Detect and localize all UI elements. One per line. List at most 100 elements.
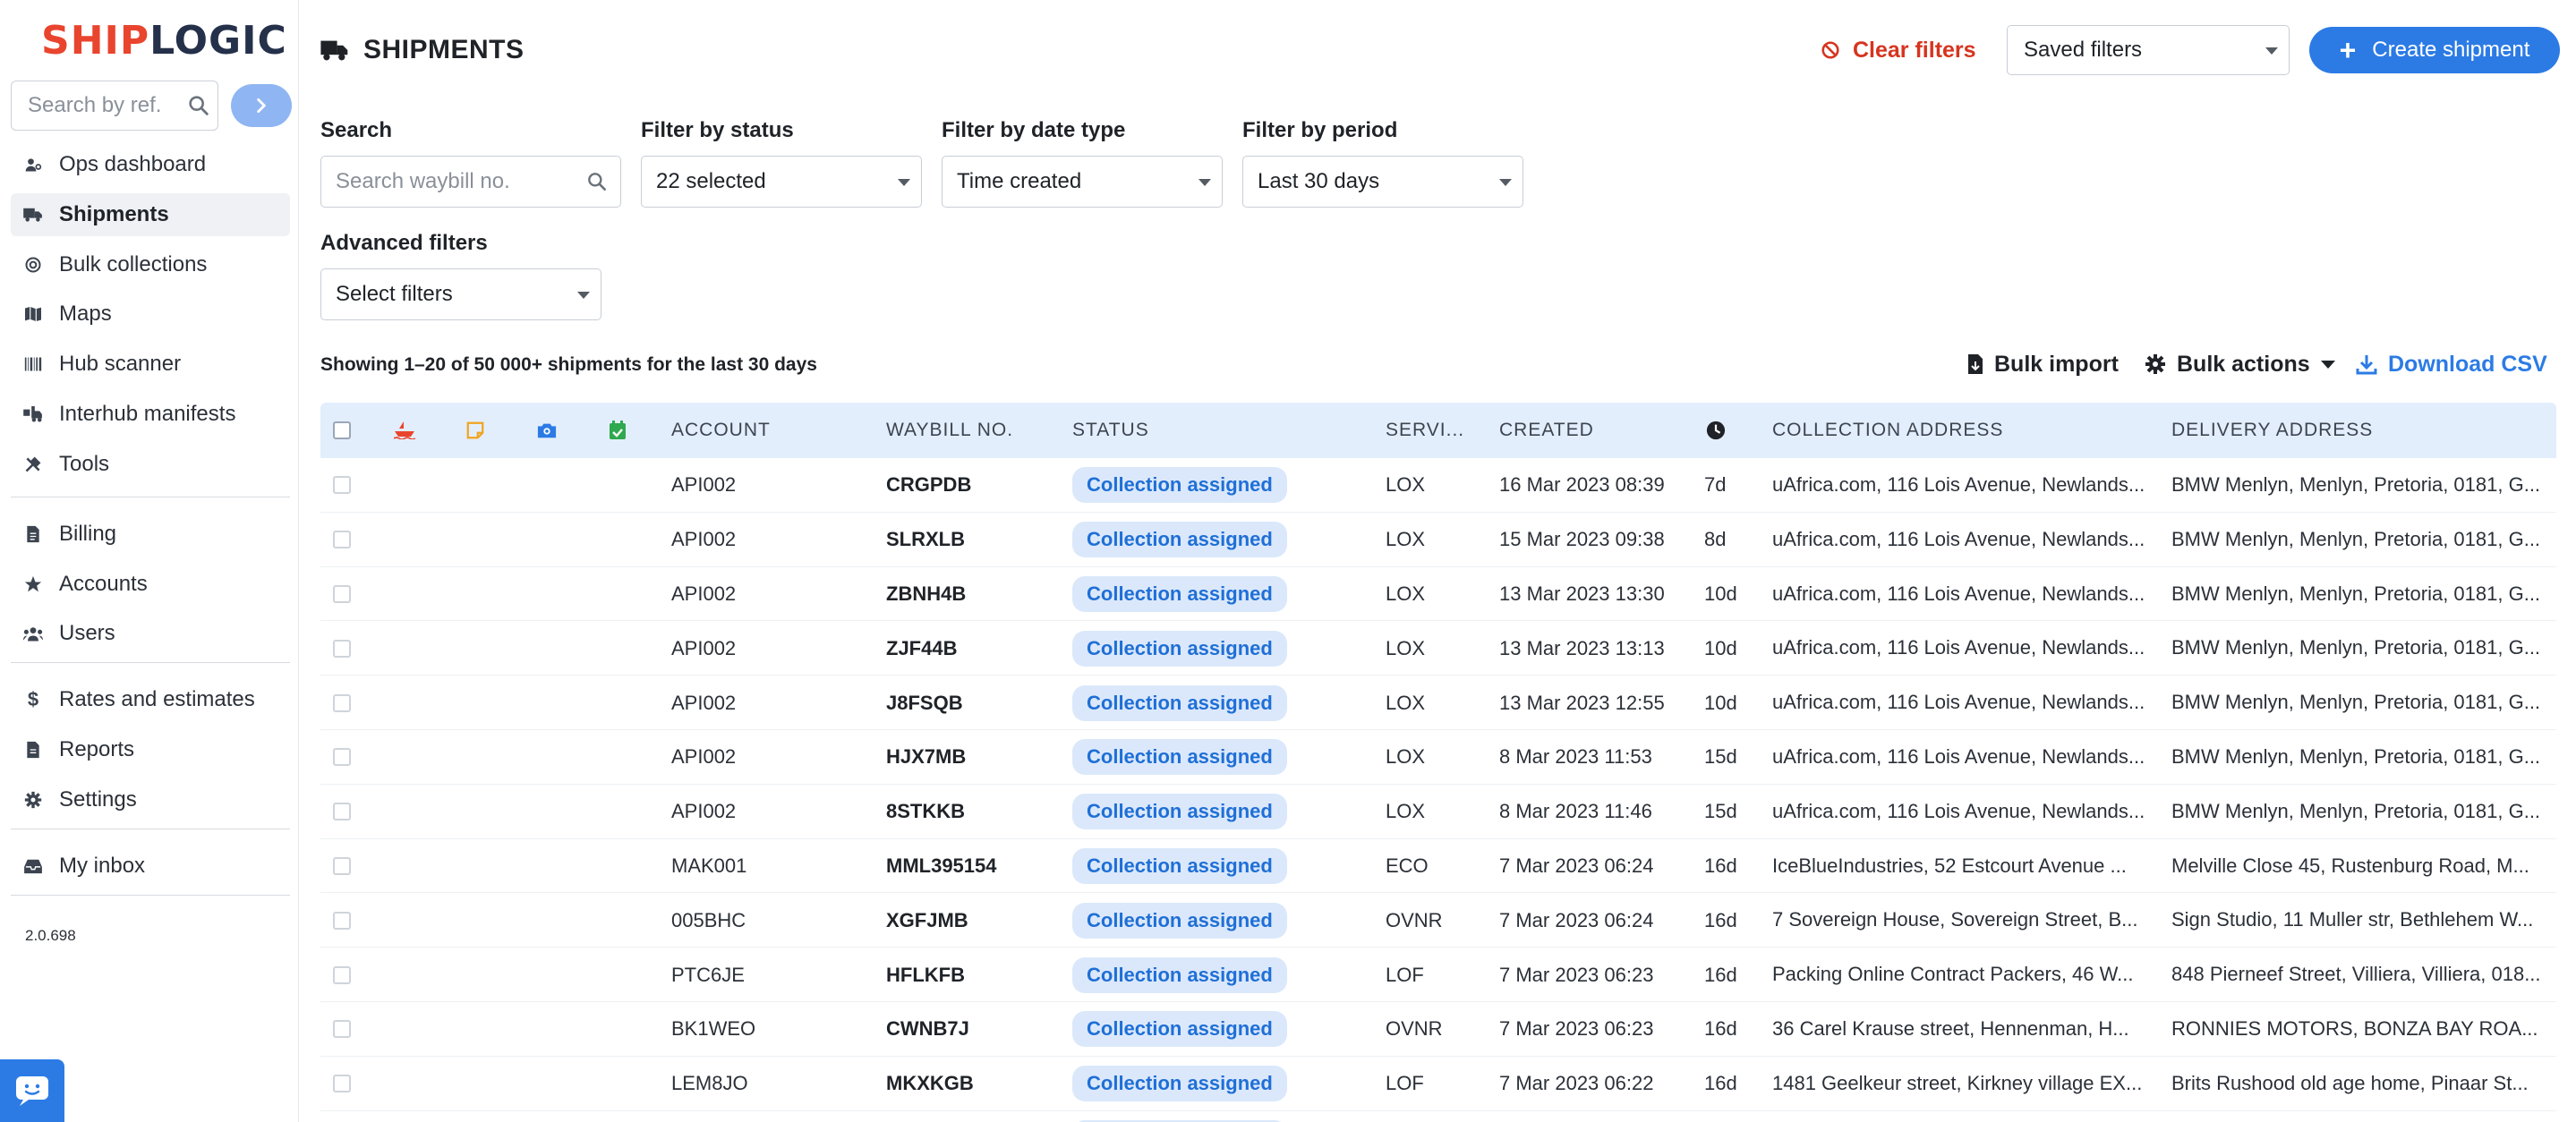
cell-waybill[interactable]: MML395154 [886, 839, 1056, 894]
table-row[interactable]: API002 ZJF44B LOX 13 Mar 2023 13:13 10d uAfri… [320, 621, 2556, 676]
cell-collection: uAfrica.com, 116 Lois Avenue, Newlands..… [1772, 458, 2154, 513]
period-filter-label: Filter by period [1242, 118, 1398, 142]
table-row[interactable]: API002 ZBNH4B LOX 13 Mar 2023 13:30 10d uAfri… [320, 566, 2556, 622]
caret-down-icon [898, 179, 910, 186]
table-row[interactable]: LEM8JO MKXKGB LOF 7 Mar 2023 06:22 16d 1481 G… [320, 1056, 2556, 1111]
cell-account-text: BK1WEO [671, 1017, 756, 1041]
col-account[interactable]: ACCOUNT [671, 403, 771, 458]
cell-account: API002 [671, 567, 868, 622]
sidebar-item-reports[interactable]: Reports [11, 728, 290, 771]
table-row[interactable]: API002 SLRXLB LOX 15 Mar 2023 09:38 8d uAfric… [320, 512, 2556, 567]
row-checkbox[interactable] [333, 1075, 351, 1093]
ref-search-go-button[interactable] [231, 84, 292, 127]
create-shipment-button[interactable]: + Create shipment [2309, 27, 2560, 73]
app-version: 2.0.698 [25, 927, 76, 944]
select-all-checkbox[interactable] [333, 421, 351, 439]
col-created[interactable]: CREATED [1499, 403, 1594, 458]
cell-created-text: 7 Mar 2023 06:24 [1499, 854, 1654, 877]
cell-waybill[interactable]: HJX7MB [886, 730, 1056, 785]
bulk-import-button[interactable]: Bulk import [1967, 349, 2119, 379]
sidebar-item-users[interactable]: Users [11, 612, 290, 655]
col-waybill[interactable]: WAYBILL NO. [886, 403, 1013, 458]
sidebar-item-maps[interactable]: Maps [11, 293, 290, 336]
table-row[interactable]: API002 8STKKB LOX 8 Mar 2023 11:46 15d uAfric… [320, 784, 2556, 839]
row-checkbox[interactable] [333, 748, 351, 767]
download-csv-button[interactable]: Download CSV [2356, 349, 2547, 379]
table-row[interactable]: Collection assigned [320, 1110, 2556, 1122]
cell-delivery-text: BMW Menlyn, Menlyn, Pretoria, 0181, G... [2171, 527, 2541, 550]
cell-created-text: 13 Mar 2023 13:13 [1499, 636, 1665, 659]
cell-waybill[interactable] [886, 1111, 1056, 1122]
row-checkbox[interactable] [333, 911, 351, 930]
cell-waybill[interactable]: CWNB7J [886, 1002, 1056, 1057]
date-type-filter-select[interactable]: Time created [942, 156, 1223, 208]
sidebar-item-billing[interactable]: Billing [11, 513, 290, 556]
row-checkbox[interactable] [333, 1020, 351, 1039]
sidebar-item-accounts[interactable]: Accounts [11, 563, 290, 606]
cell-age [1704, 1111, 1758, 1122]
status-badge: Collection assigned [1072, 467, 1287, 504]
row-checkbox[interactable] [333, 476, 351, 495]
status-badge: Collection assigned [1072, 847, 1287, 884]
row-checkbox[interactable] [333, 803, 351, 821]
table-row[interactable]: PTC6JE HFLKFB LOF 7 Mar 2023 06:23 16d Packin… [320, 948, 2556, 1002]
row-checkbox[interactable] [333, 584, 351, 603]
clear-filters-button[interactable]: Clear filters [1821, 32, 1976, 68]
cell-age-text: 10d [1704, 636, 1737, 659]
sidebar-item-rates[interactable]: $ Rates and estimates [11, 678, 290, 721]
row-checkbox[interactable] [333, 639, 351, 658]
cell-waybill[interactable]: HFLKFB [886, 948, 1056, 1002]
row-checkbox[interactable] [333, 856, 351, 875]
table-row[interactable]: API002 J8FSQB LOX 13 Mar 2023 12:55 10d uAfri… [320, 676, 2556, 730]
cell-waybill[interactable]: 8STKKB [886, 785, 1056, 839]
col-collection-address[interactable]: COLLECTION ADDRESS [1772, 403, 2003, 458]
select-all-checkbox-cell[interactable] [333, 403, 351, 458]
status-filter-select[interactable]: 22 selected [641, 156, 922, 208]
sidebar-item-settings[interactable]: Settings [11, 778, 290, 821]
table-row[interactable]: 005BHC XGFJMB OVNR 7 Mar 2023 06:24 16d 7 Sov… [320, 893, 2556, 948]
table-header: ACCOUNT WAYBILL NO. STATUS SERVI... CREA… [320, 403, 2556, 458]
cell-waybill[interactable]: XGFJMB [886, 893, 1056, 948]
table-row[interactable]: MAK001 MML395154 ECO 7 Mar 2023 06:24 16d Ice… [320, 838, 2556, 894]
shiplogic-logo[interactable]: SHIPLOGIC [41, 18, 287, 64]
advanced-filters-select[interactable]: Select filters [320, 268, 601, 320]
cell-collection: IceBlueIndustries, 52 Estcourt Avenue ..… [1772, 839, 2154, 894]
table-row[interactable]: BK1WEO CWNB7J OVNR 7 Mar 2023 06:23 16d 36 Ca… [320, 1001, 2556, 1057]
cell-waybill[interactable]: SLRXLB [886, 513, 1056, 567]
sidebar-item-my-inbox[interactable]: My inbox [11, 845, 290, 888]
cell-collection-text: uAfrica.com, 116 Lois Avenue, Newlands..… [1772, 527, 2145, 550]
sidebar-item-label: Hub scanner [59, 352, 182, 377]
col-status[interactable]: STATUS [1072, 403, 1149, 458]
table-row[interactable]: API002 CRGPDB LOX 16 Mar 2023 08:39 7d uAfric… [320, 458, 2556, 513]
row-checkbox[interactable] [333, 965, 351, 984]
sidebar-item-label: Maps [59, 302, 112, 327]
chat-widget-button[interactable] [0, 1059, 64, 1122]
sidebar-item-ops-dashboard[interactable]: Ops dashboard [11, 143, 290, 186]
period-filter-select[interactable]: Last 30 days [1242, 156, 1523, 208]
cell-created-text: 7 Mar 2023 06:23 [1499, 963, 1654, 986]
col-delivery-address[interactable]: DELIVERY ADDRESS [2171, 403, 2373, 458]
table-row[interactable]: API002 HJX7MB LOX 8 Mar 2023 11:53 15d uAfric… [320, 729, 2556, 785]
bulk-actions-button[interactable]: Bulk actions [2145, 349, 2335, 379]
cell-waybill[interactable]: J8FSQB [886, 676, 1056, 730]
cell-delivery: Melville Close 45, Rustenburg Road, M... [2171, 839, 2547, 894]
download-csv-label: Download CSV [2388, 351, 2547, 377]
sidebar-item-tools[interactable]: Tools [11, 443, 290, 486]
row-checkbox[interactable] [333, 531, 351, 549]
cell-created-text: 7 Mar 2023 06:22 [1499, 1072, 1654, 1095]
cell-waybill[interactable]: ZBNH4B [886, 567, 1056, 622]
sidebar-item-hub-scanner[interactable]: Hub scanner [11, 343, 290, 386]
sidebar-item-interhub-manifests[interactable]: Interhub manifests [11, 393, 290, 436]
cell-waybill[interactable]: CRGPDB [886, 458, 1056, 513]
cell-status: Collection assigned [1072, 893, 1287, 948]
row-checkbox[interactable] [333, 693, 351, 712]
sidebar-item-shipments[interactable]: Shipments [11, 192, 290, 236]
waybill-search-input[interactable] [320, 156, 621, 208]
col-service[interactable]: SERVI... [1386, 403, 1464, 458]
cell-waybill[interactable]: MKXKGB [886, 1057, 1056, 1111]
sidebar-item-bulk-collections[interactable]: Bulk collections [11, 243, 290, 286]
row-checkbox-cell [333, 1111, 351, 1122]
cell-service-text: LOX [1386, 636, 1426, 659]
cell-waybill[interactable]: ZJF44B [886, 621, 1056, 676]
saved-filters-select[interactable]: Saved filters [2007, 25, 2290, 75]
